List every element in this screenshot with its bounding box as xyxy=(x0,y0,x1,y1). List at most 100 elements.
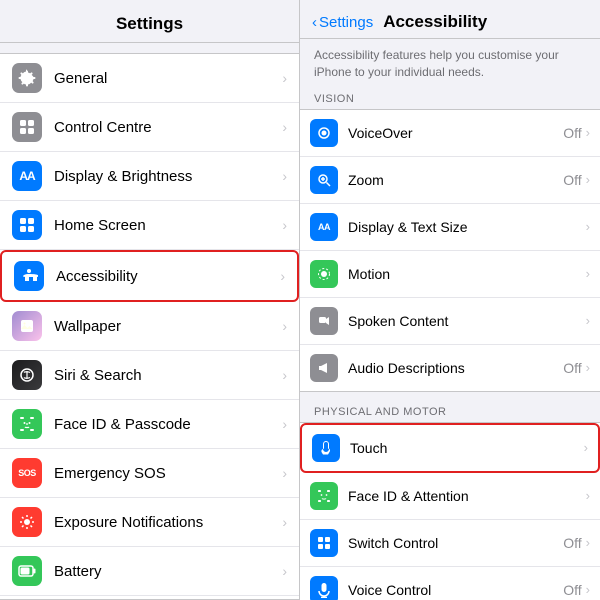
sidebar-item-siri[interactable]: Siri & Search› xyxy=(0,351,299,400)
chevron-icon: › xyxy=(282,465,287,481)
accessibility-item-faceid-attention[interactable]: Face ID & Attention› xyxy=(300,473,600,520)
siri-label: Siri & Search xyxy=(54,367,278,384)
left-panel: Settings General›Control Centre›AADispla… xyxy=(0,0,300,600)
exposure-icon xyxy=(12,507,42,537)
sidebar-item-home-screen[interactable]: Home Screen› xyxy=(0,201,299,250)
faceid-label: Face ID & Passcode xyxy=(54,416,278,433)
motion-label: Motion xyxy=(348,266,586,282)
siri-icon xyxy=(12,360,42,390)
home-screen-label: Home Screen xyxy=(54,217,278,234)
chevron-icon: › xyxy=(282,416,287,432)
sidebar-item-faceid[interactable]: Face ID & Passcode› xyxy=(0,400,299,449)
zoom-icon xyxy=(310,166,338,194)
chevron-icon: › xyxy=(586,313,590,328)
sidebar-item-display[interactable]: AADisplay & Brightness› xyxy=(0,152,299,201)
voiceover-icon xyxy=(310,119,338,147)
accessibility-label: Accessibility xyxy=(56,268,276,285)
wallpaper-icon xyxy=(12,311,42,341)
spoken-label: Spoken Content xyxy=(348,313,586,329)
sidebar-item-general[interactable]: General› xyxy=(0,54,299,103)
sidebar-item-sos[interactable]: SOS Emergency SOS› xyxy=(0,449,299,498)
switch-control-label: Switch Control xyxy=(348,535,563,551)
chevron-icon: › xyxy=(282,318,287,334)
exposure-label: Exposure Notifications xyxy=(54,514,278,531)
motion-icon xyxy=(310,260,338,288)
motor-list: Touch›Face ID & Attention›Switch Control… xyxy=(300,422,600,600)
voice-control-label: Voice Control xyxy=(348,582,563,598)
right-panel-title: Accessibility xyxy=(383,12,487,32)
accessibility-description: Accessibility features help you customis… xyxy=(300,39,600,87)
battery-icon xyxy=(12,556,42,586)
voice-control-icon xyxy=(310,576,338,600)
display-icon: AA xyxy=(12,161,42,191)
chevron-icon: › xyxy=(282,367,287,383)
accessibility-item-zoom[interactable]: ZoomOff › xyxy=(300,157,600,204)
chevron-icon: › xyxy=(586,172,590,187)
accessibility-item-touch[interactable]: Touch› xyxy=(300,423,600,473)
chevron-icon: › xyxy=(586,266,590,281)
chevron-icon: › xyxy=(282,119,287,135)
home-screen-icon xyxy=(12,210,42,240)
chevron-icon: › xyxy=(586,360,590,375)
back-chevron: ‹ xyxy=(312,14,317,31)
wallpaper-label: Wallpaper xyxy=(54,318,278,335)
vision-list: VoiceOverOff›ZoomOff›AADisplay & Text Si… xyxy=(300,109,600,392)
chevron-icon: › xyxy=(586,125,590,140)
general-label: General xyxy=(54,70,278,87)
faceid-attention-icon xyxy=(310,482,338,510)
chevron-icon: › xyxy=(584,440,588,455)
switch-control-icon xyxy=(310,529,338,557)
left-header: Settings xyxy=(0,0,299,43)
accessibility-item-motion[interactable]: Motion› xyxy=(300,251,600,298)
chevron-icon: › xyxy=(282,168,287,184)
accessibility-item-display-text[interactable]: AA Display & Text Size› xyxy=(300,204,600,251)
settings-list: General›Control Centre›AADisplay & Brigh… xyxy=(0,53,299,600)
touch-icon xyxy=(312,434,340,462)
chevron-icon: › xyxy=(280,268,285,284)
display-text-icon: AA xyxy=(310,213,338,241)
accessibility-item-voiceover[interactable]: VoiceOverOff › xyxy=(300,110,600,157)
right-header: ‹ Settings Accessibility xyxy=(300,0,600,39)
chevron-icon: › xyxy=(282,563,287,579)
back-label: Settings xyxy=(319,14,373,31)
faceid-icon xyxy=(12,409,42,439)
faceid-attention-label: Face ID & Attention xyxy=(348,488,586,504)
touch-label: Touch xyxy=(350,440,584,456)
back-button[interactable]: ‹ Settings xyxy=(312,14,373,31)
control-centre-icon xyxy=(12,112,42,142)
sos-label: Emergency SOS xyxy=(54,465,278,482)
motor-section-header: PHYSICAL AND MOTOR xyxy=(300,400,600,422)
sidebar-item-accessibility[interactable]: Accessibility› xyxy=(0,250,299,302)
sidebar-item-control-centre[interactable]: Control Centre› xyxy=(0,103,299,152)
battery-label: Battery xyxy=(54,563,278,580)
control-centre-label: Control Centre xyxy=(54,119,278,136)
chevron-icon: › xyxy=(586,219,590,234)
chevron-icon: › xyxy=(282,217,287,233)
settings-title: Settings xyxy=(116,14,183,33)
general-icon xyxy=(12,63,42,93)
accessibility-item-audio-desc[interactable]: Audio DescriptionsOff › xyxy=(300,345,600,391)
voiceover-value: Off xyxy=(563,125,581,141)
right-panel: ‹ Settings Accessibility Accessibility f… xyxy=(300,0,600,600)
sidebar-item-privacy[interactable]: Privacy› xyxy=(0,596,299,600)
display-text-label: Display & Text Size xyxy=(348,219,586,235)
chevron-icon: › xyxy=(586,488,590,503)
chevron-icon: › xyxy=(586,582,590,597)
accessibility-icon xyxy=(14,261,44,291)
audio-desc-value: Off xyxy=(563,360,581,376)
sos-icon: SOS xyxy=(12,458,42,488)
audio-desc-label: Audio Descriptions xyxy=(348,360,563,376)
zoom-value: Off xyxy=(563,172,581,188)
accessibility-item-switch-control[interactable]: Switch ControlOff› xyxy=(300,520,600,567)
accessibility-item-voice-control[interactable]: Voice ControlOff› xyxy=(300,567,600,600)
sidebar-item-exposure[interactable]: Exposure Notifications› xyxy=(0,498,299,547)
sidebar-item-battery[interactable]: Battery› xyxy=(0,547,299,596)
spoken-icon xyxy=(310,307,338,335)
switch-control-value: Off xyxy=(563,535,581,551)
chevron-icon: › xyxy=(282,70,287,86)
audio-desc-icon xyxy=(310,354,338,382)
voiceover-label: VoiceOver xyxy=(348,125,563,141)
sidebar-item-wallpaper[interactable]: Wallpaper› xyxy=(0,302,299,351)
zoom-label: Zoom xyxy=(348,172,563,188)
accessibility-item-spoken[interactable]: Spoken Content› xyxy=(300,298,600,345)
